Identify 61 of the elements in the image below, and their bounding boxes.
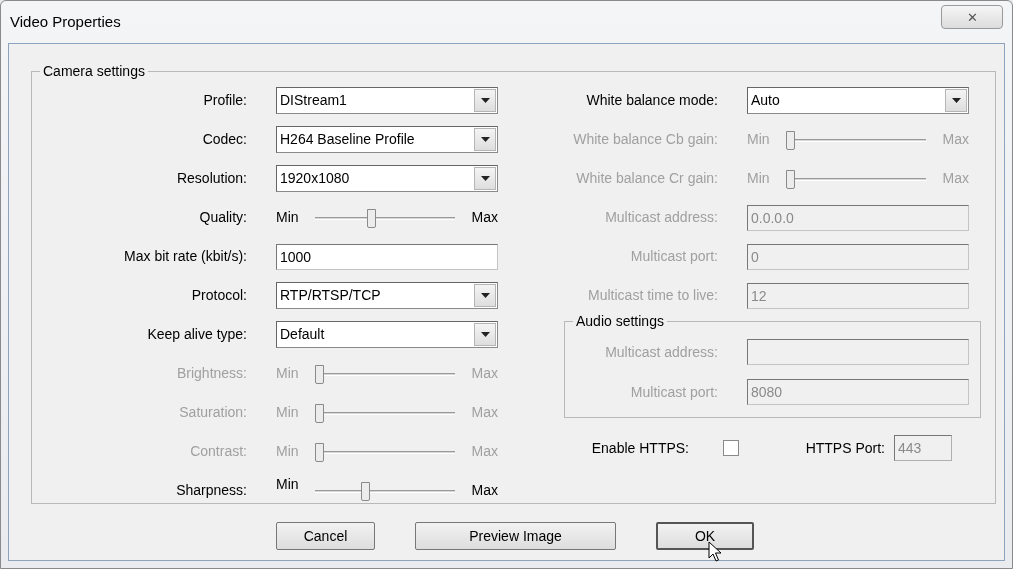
- slider-max-label: Max: [471, 364, 498, 383]
- field-label: Multicast port:: [629, 382, 718, 402]
- slider-min-label: Min: [276, 442, 299, 461]
- field-label: White balance Cr gain:: [575, 169, 718, 188]
- field-label: Sharpness:: [175, 481, 247, 500]
- dialog-button[interactable]: Preview Image: [415, 522, 616, 550]
- dropdown[interactable]: RTP/RTSP/TCP: [276, 282, 498, 309]
- caret-icon: [480, 332, 490, 337]
- caret-icon: [480, 293, 490, 298]
- dropdown[interactable]: H264 Baseline Profile: [276, 126, 498, 153]
- field-label: Multicast address:: [604, 208, 718, 227]
- field-label: Quality:: [198, 208, 247, 227]
- slider-max-label: Max: [942, 169, 969, 188]
- field-label: Keep alive type:: [146, 325, 247, 344]
- slider-min-label: Min: [276, 474, 299, 494]
- field-label: Multicast address:: [604, 342, 718, 362]
- slider-max-label: Max: [471, 403, 498, 422]
- dialog-button[interactable]: OK: [656, 522, 754, 550]
- slider-min-label: Min: [747, 169, 770, 188]
- field-label: HTTPS Port:: [804, 438, 885, 458]
- dropdown[interactable]: DIStream1: [276, 87, 498, 114]
- slider-max-label: Max: [942, 130, 969, 149]
- slider-thumb[interactable]: [360, 481, 370, 501]
- slider-min-label: Min: [276, 208, 299, 227]
- slider[interactable]: [315, 206, 456, 229]
- field-label: White balance Cb gain:: [572, 130, 718, 149]
- group-title: Audio settings: [573, 313, 667, 330]
- field-label: Protocol:: [190, 286, 247, 305]
- dropdown[interactable]: Auto: [747, 87, 969, 114]
- slider-max-label: Max: [471, 208, 498, 227]
- caret-icon: [951, 98, 961, 103]
- caret-icon: [480, 98, 490, 103]
- field-label: Codec:: [201, 130, 247, 149]
- field-label: Max bit rate (kbit/s):: [123, 247, 247, 266]
- slider-max-label: Max: [471, 442, 498, 461]
- field-label: Multicast port:: [629, 247, 718, 266]
- caret-icon: [480, 176, 490, 181]
- dropdown[interactable]: Default: [276, 321, 498, 348]
- slider[interactable]: [315, 479, 456, 502]
- field-label: Saturation:: [178, 403, 247, 422]
- slider-thumb[interactable]: [367, 208, 377, 228]
- mouse-cursor-icon: [708, 541, 722, 563]
- field-label: Enable HTTPS:: [590, 438, 689, 458]
- slider-min-label: Min: [747, 130, 770, 149]
- field-label: Resolution:: [175, 169, 247, 188]
- slider-max-label: Max: [471, 481, 498, 500]
- checkbox[interactable]: [723, 440, 739, 456]
- close-button[interactable]: ✕: [941, 5, 1003, 29]
- dropdown[interactable]: 1920x1080: [276, 165, 498, 192]
- field-label: Profile:: [202, 91, 247, 110]
- field-label: White balance mode:: [585, 91, 718, 110]
- dialog-button[interactable]: Cancel: [276, 522, 375, 550]
- field-label: Brightness:: [175, 364, 247, 383]
- field-label: Multicast time to live:: [587, 286, 718, 305]
- input-field[interactable]: 1000: [276, 243, 498, 270]
- field-label: Contrast:: [189, 442, 247, 461]
- caret-icon: [480, 137, 490, 142]
- slider-min-label: Min: [276, 364, 299, 383]
- slider-min-label: Min: [276, 403, 299, 422]
- group-title: Camera settings: [40, 63, 148, 80]
- window-title: Video Properties: [10, 12, 121, 32]
